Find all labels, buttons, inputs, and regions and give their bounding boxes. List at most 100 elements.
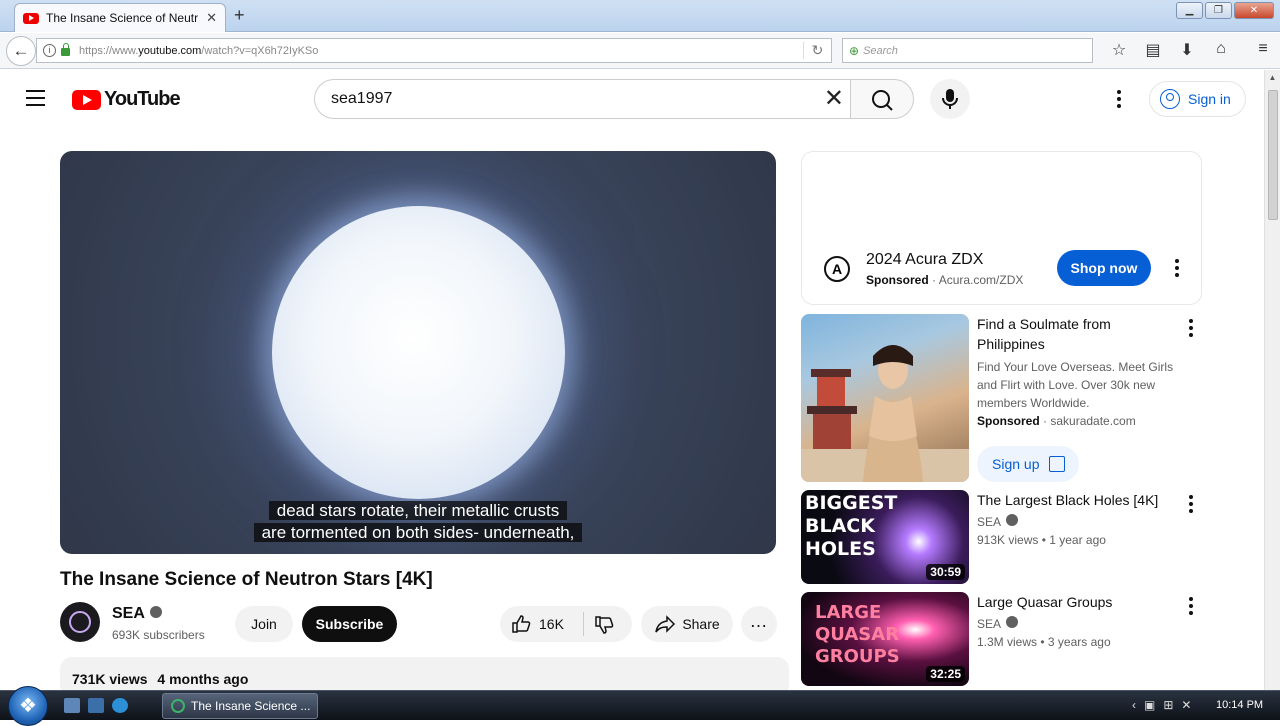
video-title-link[interactable]: The Largest Black Holes [4K] <box>977 490 1172 510</box>
account-icon <box>1160 89 1180 109</box>
channel-avatar[interactable] <box>60 602 100 642</box>
show-desktop-icon[interactable] <box>64 698 80 713</box>
lock-icon <box>61 43 70 56</box>
tray-expand-icon[interactable]: ‹ <box>1132 698 1136 712</box>
search-engine-icon[interactable]: ⊕ <box>849 44 859 58</box>
share-button[interactable]: Share <box>641 606 733 642</box>
address-bar[interactable]: i https://www.youtube.com/watch?v=qX6h72… <box>36 38 832 63</box>
thumbnail-text: LARGE QUASAR GROUPS <box>815 602 900 667</box>
taskbar-clock[interactable]: 10:14 PM <box>1216 699 1263 711</box>
reading-list-icon[interactable]: ▤ <box>1136 40 1170 60</box>
search-button[interactable] <box>850 79 914 119</box>
ad-description: Find Your Love Overseas. Meet Girls and … <box>977 360 1174 410</box>
scroll-up-arrow-icon[interactable]: ▲ <box>1265 70 1280 86</box>
switch-windows-icon[interactable] <box>88 698 104 713</box>
guide-menu-icon[interactable] <box>26 90 45 111</box>
upload-age: 4 months ago <box>157 671 249 687</box>
close-window-button[interactable]: ✕ <box>1234 2 1274 19</box>
menu-icon[interactable]: ≡ <box>1246 40 1280 60</box>
video-title-link[interactable]: Large Quasar Groups <box>977 592 1172 612</box>
browser-app-icon <box>171 699 185 713</box>
ad-menu-icon[interactable] <box>1189 319 1193 340</box>
ad-sponsor-line: Sponsored · Acura.com/ZDX <box>866 273 1024 287</box>
taskbar-item-browser[interactable]: The Insane Science ... <box>162 693 318 719</box>
verified-icon <box>1006 616 1019 628</box>
clear-search-icon[interactable]: ✕ <box>824 87 844 111</box>
share-label: Share <box>682 616 720 632</box>
restore-button[interactable]: ❐ <box>1205 2 1232 19</box>
caption-line-2: are tormented on both sides- underneath, <box>253 523 583 542</box>
ad-title[interactable]: 2024 Acura ZDX <box>866 251 983 269</box>
browser-tab-active[interactable]: The Insane Science of Neutr ✕ <box>14 3 226 32</box>
neutron-star-frame <box>272 206 565 499</box>
start-button[interactable] <box>8 686 48 726</box>
page-scrollbar[interactable]: ▲ <box>1264 70 1280 690</box>
more-actions-button[interactable]: … <box>741 606 777 642</box>
back-button[interactable]: ← <box>6 36 36 66</box>
video-menu-icon[interactable] <box>1189 597 1193 618</box>
ad-menu-icon[interactable] <box>1175 259 1179 280</box>
ad-thumbnail[interactable] <box>801 314 969 482</box>
browser-search-field[interactable]: ⊕ Search <box>842 38 1093 63</box>
url-text[interactable]: https://www.youtube.com/watch?v=qX6h72Iy… <box>79 45 803 57</box>
network-icon[interactable]: ⊞ <box>1163 698 1173 712</box>
shop-now-button[interactable]: Shop now <box>1057 250 1151 286</box>
search-input[interactable]: sea1997 ✕ <box>314 79 851 119</box>
caption-line-1: dead stars rotate, their metallic crusts <box>268 501 568 520</box>
video-player[interactable]: dead stars rotate, their metallic crusts… <box>60 151 776 554</box>
sidebar-ad-soulmate[interactable]: Find a Soulmate from Philippines Find Yo… <box>801 314 1202 482</box>
sign-in-button[interactable]: Sign in <box>1149 81 1246 117</box>
external-link-icon <box>1049 456 1066 472</box>
sidebar-video-black-holes[interactable]: BIGGEST BLACK HOLES 30:59 The Largest Bl… <box>801 490 1202 584</box>
browser-titlebar: The Insane Science of Neutr ✕ + ▁ ❐ ✕ <box>0 0 1280 32</box>
subscribe-button[interactable]: Subscribe <box>302 606 397 642</box>
video-stats: 913K views • 1 year ago <box>977 533 1106 547</box>
minimize-button[interactable]: ▁ <box>1176 2 1203 19</box>
video-stats: 1.3M views • 3 years ago <box>977 635 1111 649</box>
video-duration: 30:59 <box>926 564 965 580</box>
video-thumbnail[interactable]: BIGGEST BLACK HOLES 30:59 <box>801 490 969 584</box>
video-captions: dead stars rotate, their metallic crusts… <box>60 500 776 544</box>
youtube-logo[interactable]: YouTube <box>72 88 181 111</box>
windows-taskbar: The Insane Science ... ‹ ▣ ⊞ ✕ 10:14 PM <box>0 686 1280 726</box>
browser-toolbar: ☆ ▤ ⬇ ⌂ ≡ <box>1102 40 1280 60</box>
channel-name[interactable]: SEA <box>112 605 162 623</box>
browser-navbar: ← i https://www.youtube.com/watch?v=qX6h… <box>0 33 1280 69</box>
more-horizontal-icon: … <box>749 610 769 631</box>
video-menu-icon[interactable] <box>1189 495 1193 516</box>
internet-explorer-icon[interactable] <box>112 698 128 713</box>
reload-icon[interactable]: ↻ <box>803 42 831 59</box>
video-thumbnail[interactable]: LARGE QUASAR GROUPS 32:25 <box>801 592 969 686</box>
verified-icon <box>149 606 162 618</box>
scrollbar-thumb[interactable] <box>1268 90 1278 220</box>
acura-logo-icon: A <box>824 256 850 282</box>
view-count: 731K views <box>72 671 148 687</box>
tab-title: The Insane Science of Neutr <box>46 11 199 25</box>
thumbs-down-icon[interactable] <box>593 614 615 636</box>
ad-card-acura[interactable]: A 2024 Acura ZDX Sponsored · Acura.com/Z… <box>801 151 1202 305</box>
like-divider <box>583 612 584 636</box>
thumbs-up-icon <box>512 615 531 633</box>
sign-up-button[interactable]: Sign up <box>977 446 1079 482</box>
verified-icon <box>1006 514 1019 526</box>
volume-muted-icon[interactable]: ✕ <box>1181 698 1191 712</box>
home-icon[interactable]: ⌂ <box>1204 40 1238 60</box>
ad-title-soulmate[interactable]: Find a Soulmate from Philippines <box>977 314 1172 354</box>
like-button[interactable]: 16K <box>500 606 632 642</box>
browser-search-placeholder: Search <box>863 44 898 57</box>
info-icon[interactable]: i <box>43 44 56 57</box>
settings-more-icon[interactable] <box>1117 90 1121 111</box>
new-tab-button[interactable]: + <box>234 5 245 26</box>
video-channel[interactable]: SEA <box>977 615 1177 633</box>
sidebar-video-quasar-groups[interactable]: LARGE QUASAR GROUPS 32:25 Large Quasar G… <box>801 592 1202 686</box>
video-channel[interactable]: SEA <box>977 513 1177 531</box>
bookmark-star-icon[interactable]: ☆ <box>1102 40 1136 60</box>
download-icon[interactable]: ⬇ <box>1170 40 1204 60</box>
tab-close-icon[interactable]: ✕ <box>206 10 217 26</box>
tray-app-icon[interactable]: ▣ <box>1144 698 1155 712</box>
subscriber-count: 693K subscribers <box>112 628 205 642</box>
join-button[interactable]: Join <box>235 606 293 642</box>
taskbar-item-label: The Insane Science ... <box>191 699 311 713</box>
voice-search-button[interactable] <box>930 79 970 119</box>
system-tray: ‹ ▣ ⊞ ✕ <box>1132 698 1191 712</box>
